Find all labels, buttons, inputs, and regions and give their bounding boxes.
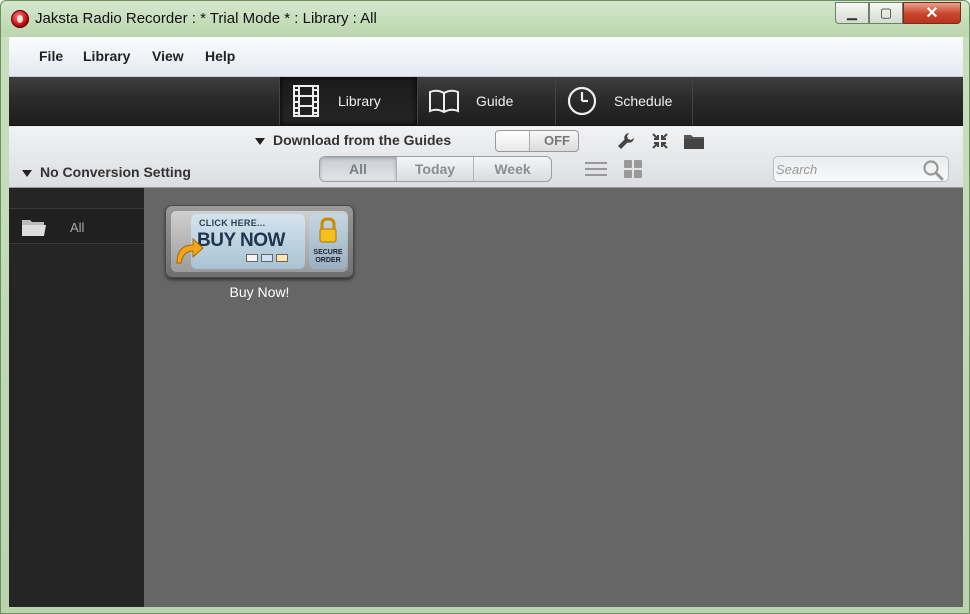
toolbar: Download from the Guides OFF No Conversi… xyxy=(9,126,963,188)
film-icon xyxy=(290,85,322,117)
sidebar: All xyxy=(9,188,144,607)
buy-now-text: BUY NOW xyxy=(197,230,285,251)
toggle-state: OFF xyxy=(544,133,570,148)
conversion-setting-dropdown[interactable]: No Conversion Setting xyxy=(22,164,191,180)
sidebar-item-all[interactable]: All xyxy=(9,208,144,244)
window-controls: ▁ ▢ ✕ xyxy=(835,2,961,24)
tab-guide-label: Guide xyxy=(476,93,514,109)
search-box xyxy=(773,156,949,182)
menu-bar: File Library View Help xyxy=(9,37,963,77)
menu-library[interactable]: Library xyxy=(83,48,130,64)
collapse-icon[interactable] xyxy=(649,130,671,152)
book-icon xyxy=(428,85,460,117)
curved-arrow-icon xyxy=(176,237,204,264)
triangle-down-icon xyxy=(22,169,32,177)
grid-view-icon[interactable] xyxy=(622,158,646,180)
secure-order-badge: SECURE ORDER xyxy=(309,214,347,269)
padlock-icon xyxy=(319,217,337,243)
secure-order-text: SECURE ORDER xyxy=(309,249,347,265)
minimize-button[interactable]: ▁ xyxy=(835,2,869,24)
window-title: Jaksta Radio Recorder : * Trial Mode * :… xyxy=(35,10,377,27)
app-window: Jaksta Radio Recorder : * Trial Mode * :… xyxy=(0,0,970,614)
credit-cards-icon xyxy=(246,254,288,262)
secure-text: SECURE xyxy=(313,249,343,256)
date-filter-segmented: All Today Week xyxy=(319,156,552,182)
menu-file[interactable]: File xyxy=(39,48,63,64)
nav-bar: Library Guide Schedule xyxy=(9,77,963,126)
buy-now-button[interactable]: CLICK HERE... BUY NOW SECURE ORDER xyxy=(165,205,354,278)
download-toggle[interactable]: OFF xyxy=(495,130,579,152)
minimize-icon: ▁ xyxy=(847,5,857,20)
clock-icon xyxy=(566,85,598,117)
tab-library[interactable]: Library xyxy=(279,77,417,125)
filter-week[interactable]: Week xyxy=(474,157,551,181)
triangle-down-icon xyxy=(255,137,265,145)
download-guides-label: Download from the Guides xyxy=(273,132,452,148)
download-guides-dropdown[interactable]: Download from the Guides xyxy=(255,132,451,148)
library-content: CLICK HERE... BUY NOW SECURE ORDER Buy No… xyxy=(144,188,963,607)
search-input[interactable] xyxy=(776,160,916,178)
search-icon[interactable] xyxy=(922,159,944,181)
click-here-text: CLICK HERE... xyxy=(199,218,266,228)
app-logo-icon[interactable] xyxy=(11,10,29,28)
toggle-knob xyxy=(496,131,530,151)
conversion-setting-label: No Conversion Setting xyxy=(40,164,191,180)
menu-view[interactable]: View xyxy=(152,48,184,64)
buy-now-badge: CLICK HERE... BUY NOW SECURE ORDER xyxy=(171,211,348,272)
tab-schedule-label: Schedule xyxy=(614,93,673,109)
list-view-icon[interactable] xyxy=(584,158,608,180)
tab-library-label: Library xyxy=(338,93,381,109)
tab-schedule[interactable]: Schedule xyxy=(555,77,693,125)
maximize-icon: ▢ xyxy=(879,5,893,20)
buy-now-panel: CLICK HERE... BUY NOW xyxy=(191,214,305,269)
folder-icon xyxy=(21,218,47,238)
maximize-button[interactable]: ▢ xyxy=(869,2,903,24)
client-area: File Library View Help Library Guide Sch… xyxy=(9,37,963,607)
close-icon: ✕ xyxy=(925,5,939,22)
wrench-icon[interactable] xyxy=(615,130,637,152)
close-button[interactable]: ✕ xyxy=(903,2,961,24)
order-text: ORDER xyxy=(315,257,341,264)
folder-icon[interactable] xyxy=(683,130,705,152)
filter-all[interactable]: All xyxy=(320,157,397,181)
tab-guide[interactable]: Guide xyxy=(417,77,555,125)
buy-now-caption: Buy Now! xyxy=(229,284,290,300)
filter-today[interactable]: Today xyxy=(397,157,474,181)
menu-help[interactable]: Help xyxy=(205,48,235,64)
title-bar[interactable]: Jaksta Radio Recorder : * Trial Mode * :… xyxy=(1,1,969,37)
sidebar-item-label: All xyxy=(70,220,85,235)
